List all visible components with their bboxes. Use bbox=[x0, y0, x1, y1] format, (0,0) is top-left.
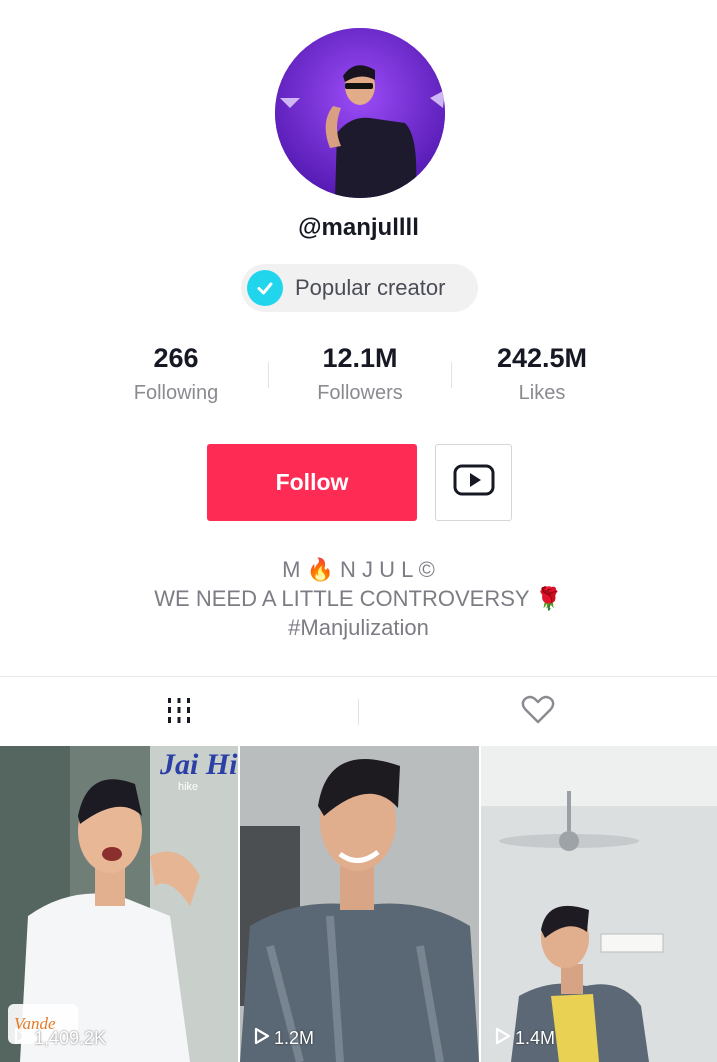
youtube-icon bbox=[453, 464, 495, 501]
tab-videos[interactable] bbox=[0, 677, 358, 747]
bio-line-2: WE NEED A LITTLE CONTROVERSY 🌹 bbox=[154, 586, 563, 611]
play-icon bbox=[495, 1027, 511, 1050]
video-3-image bbox=[481, 746, 717, 1062]
verified-check-icon bbox=[247, 270, 283, 306]
video-2-view-count: 1.2M bbox=[274, 1028, 315, 1048]
profile-bio: M 🔥 N J U L © WE NEED A LITTLE CONTROVER… bbox=[0, 555, 717, 642]
video-thumbnail-3[interactable]: 1.4M bbox=[481, 746, 717, 1062]
popular-creator-badge[interactable]: Popular creator bbox=[241, 264, 478, 312]
video-thumbnail-1[interactable]: Jai Hind hike Vande 1,409.2K bbox=[0, 746, 238, 1062]
liked-heart-icon bbox=[521, 695, 555, 730]
bio-line-1: M 🔥 N J U L © bbox=[282, 557, 435, 582]
badge-label: Popular creator bbox=[295, 275, 446, 300]
bio-hashtag[interactable]: #Manjulization bbox=[0, 613, 717, 642]
profile-tabs bbox=[0, 676, 717, 746]
likes-count: 242.5M bbox=[496, 343, 588, 373]
video-3-views: 1.4M bbox=[495, 1027, 555, 1050]
video-1-overlay-text: Jai Hind bbox=[159, 748, 238, 781]
followers-label: Followers bbox=[317, 382, 403, 404]
profile-username: @manjullll bbox=[298, 214, 419, 241]
play-icon bbox=[14, 1027, 30, 1050]
video-grid: Jai Hind hike Vande 1,409.2K 1 bbox=[0, 746, 717, 1062]
likes-label: Likes bbox=[518, 382, 566, 404]
play-icon bbox=[254, 1027, 270, 1050]
video-1-sub-text: hike bbox=[178, 781, 198, 793]
tab-liked[interactable] bbox=[359, 677, 717, 747]
profile-stats: 266 Following 12.1M Followers 242.5M Lik… bbox=[0, 340, 717, 410]
stat-following[interactable]: 266 Following bbox=[86, 340, 266, 405]
following-count: 266 bbox=[153, 343, 199, 373]
followers-count: 12.1M bbox=[322, 343, 398, 373]
follow-button[interactable]: Follow bbox=[207, 444, 417, 521]
stat-followers[interactable]: 12.1M Followers bbox=[270, 340, 450, 405]
stat-likes[interactable]: 242.5M Likes bbox=[452, 340, 632, 405]
video-1-image: Jai Hind hike Vande bbox=[0, 746, 238, 1062]
video-3-view-count: 1.4M bbox=[515, 1028, 556, 1048]
profile-avatar[interactable] bbox=[275, 28, 445, 198]
stat-divider bbox=[268, 362, 269, 388]
video-2-image bbox=[240, 746, 479, 1062]
videos-grid-icon bbox=[165, 696, 193, 729]
avatar-image bbox=[275, 28, 445, 198]
youtube-button[interactable] bbox=[435, 444, 512, 521]
following-label: Following bbox=[133, 382, 219, 404]
video-2-views: 1.2M bbox=[254, 1027, 314, 1050]
video-1-view-count: 1,409.2K bbox=[34, 1028, 107, 1048]
video-1-views: 1,409.2K bbox=[14, 1027, 106, 1050]
video-thumbnail-2[interactable]: 1.2M bbox=[240, 746, 479, 1062]
